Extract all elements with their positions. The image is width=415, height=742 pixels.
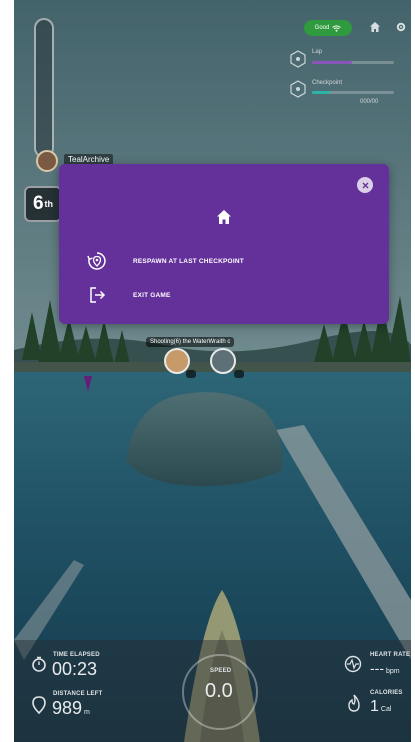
flame-icon — [348, 694, 360, 712]
close-menu-button[interactable] — [357, 177, 373, 193]
location-pin-icon — [32, 696, 46, 714]
rank-number: 6 — [32, 193, 44, 214]
heart-rate-number: --- — [370, 660, 384, 676]
exit-game-label: EXIT GAME — [133, 291, 171, 299]
racer-avatar — [210, 348, 236, 374]
distance-left-value: 989 m — [52, 698, 90, 719]
calories-number: 1 — [370, 698, 379, 715]
time-elapsed-value: 00:23 — [52, 659, 98, 679]
wifi-icon — [332, 24, 342, 32]
heart-rate-icon — [344, 655, 362, 673]
racer-distance-badge — [234, 370, 245, 378]
distance-number: 989 — [52, 698, 83, 718]
connection-status: Good — [304, 20, 352, 36]
respawn-checkpoint-button[interactable]: RESPAWN AT LAST CHECKPOINT — [83, 248, 363, 274]
distance-left-label: DISTANCE LEFT — [53, 691, 103, 697]
checkpoint-bar-fill — [312, 91, 330, 94]
game-viewport: TealArchive 6th Good Lap Checkpoint 000/… — [14, 0, 411, 742]
home-icon — [217, 210, 231, 224]
heart-rate-unit: bpm — [386, 668, 400, 675]
lap-hex-icon — [290, 50, 306, 68]
time-elapsed-label: TIME ELAPSED — [53, 652, 100, 658]
calories-value: 1 Cal — [370, 698, 391, 716]
calories-label: CALORIES — [370, 690, 403, 696]
lap-bar — [312, 61, 394, 64]
respawn-icon — [87, 252, 106, 270]
checkpoint-bar — [312, 91, 394, 94]
stopwatch-icon — [32, 656, 46, 672]
player-avatar — [36, 150, 58, 172]
home-hud-icon[interactable] — [366, 18, 384, 36]
heart-rate-value: --- bpm — [370, 660, 400, 676]
speed-value: 0.0 — [205, 680, 233, 702]
exit-icon — [90, 287, 106, 303]
course-progress-bar — [34, 18, 54, 158]
lap-label: Lap — [312, 49, 323, 55]
exit-game-button[interactable]: EXIT GAME — [83, 282, 363, 308]
close-icon — [362, 182, 368, 188]
race-rank: 6th — [24, 186, 62, 222]
pause-dim-overlay — [14, 0, 411, 742]
pause-menu-panel: RESPAWN AT LAST CHECKPOINT EXIT GAME — [59, 164, 389, 324]
settings-gear-icon[interactable] — [392, 18, 410, 36]
nearby-names-strip: Shooting(6) the WaterWraith c — [146, 337, 235, 347]
distance-unit: m — [84, 709, 90, 716]
respawn-label: RESPAWN AT LAST CHECKPOINT — [133, 257, 244, 265]
checkpoint-label: Checkpoint — [312, 80, 343, 86]
racer-distance-badge — [186, 370, 197, 378]
calories-unit: Cal — [380, 706, 392, 713]
rank-suffix: th — [44, 199, 54, 209]
checkpoint-hex-icon — [290, 80, 306, 98]
connection-label: Good — [314, 25, 330, 31]
lap-bar-fill — [312, 61, 352, 64]
heart-rate-label: HEART RATE — [370, 652, 411, 658]
checkpoint-count: 000/00 — [360, 99, 379, 105]
speed-label: SPEED — [210, 668, 232, 674]
